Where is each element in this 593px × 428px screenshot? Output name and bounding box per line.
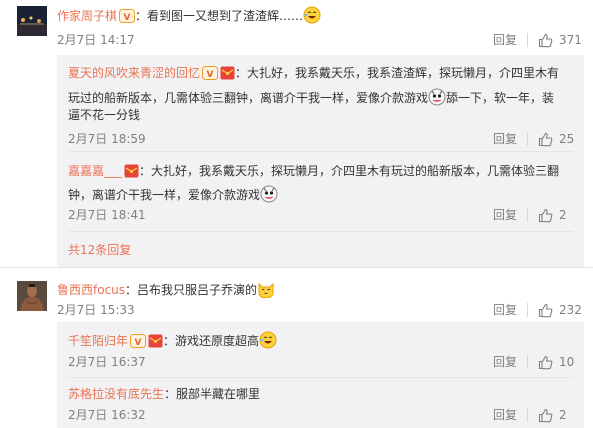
vip-badge-icon: V — [202, 66, 219, 85]
vip-badge-icon: V — [119, 9, 136, 28]
like-count: 10 — [559, 355, 575, 369]
reply-text: 千笙陌归年 V ：游戏还原度超高 — [68, 331, 277, 354]
reply-line: 舔一下，软一年，装 — [446, 91, 555, 105]
doge-emoji-icon — [260, 185, 278, 208]
reply-line: ：大扎好，我系戴天乐，探玩懒月，介四里木有玩过的船新版本，几需体验三翻 — [139, 164, 560, 178]
divider — [527, 408, 528, 422]
thumbs-up-icon — [538, 208, 553, 223]
reply-button[interactable]: 回复 — [493, 207, 517, 223]
reply-text: 苏格拉没有底先生：服部半藏在哪里 — [68, 385, 260, 403]
reply-text-line: 逼不花一分钱 — [68, 106, 140, 124]
comment-body: ：吕布我只服吕子乔演的 — [125, 283, 258, 297]
reply-label: 回复 — [493, 132, 518, 146]
laughing-emoji-icon — [259, 331, 277, 354]
like-count: 2 — [559, 408, 567, 422]
reply-label: 回复 — [493, 303, 518, 317]
reply-line: 玩过的船新版本，几需体验三翻钟，离谱介干我一样，爱像介款游戏 — [68, 91, 429, 105]
thumbs-up-icon — [538, 408, 553, 423]
svg-text:V: V — [135, 338, 142, 348]
reply-divider — [68, 231, 573, 232]
divider — [527, 33, 528, 47]
thumbs-up-icon — [538, 33, 553, 48]
reply-text-line: 玩过的船新版本，几需体验三翻钟，离谱介干我一样，爱像介款游戏 舔一下，软一年，装 — [68, 88, 554, 111]
comment-time: 2月7日 15:33 — [57, 303, 135, 317]
like-count: 371 — [559, 33, 582, 47]
reply-text: 夏天的风吹来青涩的回忆 V ：大扎好，我系戴天乐，我系渣渣辉，探玩懒月，介四里木有 — [68, 64, 559, 85]
red-envelope-badge-icon — [148, 334, 163, 353]
like-count: 25 — [559, 132, 575, 146]
like-button[interactable]: 2 — [538, 207, 567, 223]
like-button[interactable]: 25 — [538, 131, 574, 147]
reply-time: 2月7日 16:32 — [68, 408, 146, 422]
comment-time: 2月7日 14:17 — [57, 33, 135, 47]
thumbs-up-icon — [538, 132, 553, 147]
comment-text: 作家周子棋 V ：看到图一又想到了渣渣辉…… — [57, 6, 321, 29]
reply-divider — [68, 151, 573, 152]
reply-time: 2月7日 18:41 — [68, 208, 146, 222]
divider — [527, 303, 528, 317]
comment-username[interactable]: 鲁西西focus — [57, 283, 125, 297]
reply-button[interactable]: 回复 — [493, 32, 517, 48]
reply-line: 钟，离谱介干我一样，爱像介款游戏 — [68, 188, 261, 202]
more-replies-link[interactable]: 共12条回复 — [68, 242, 131, 258]
like-button[interactable]: 2 — [538, 407, 567, 423]
reply-username[interactable]: 夏天的风吹来青涩的回忆 — [68, 66, 200, 80]
comment-username[interactable]: 作家周子棋 — [57, 9, 117, 23]
reply-label: 回复 — [493, 33, 518, 47]
avatar[interactable] — [17, 6, 47, 36]
reply-line: ：大扎好，我系戴天乐，我系渣渣辉，探玩懒月，介四里木有 — [235, 66, 560, 80]
reply-button[interactable]: 回复 — [493, 131, 517, 147]
cat-emoji-icon — [257, 280, 275, 303]
thumbs-up-icon — [538, 303, 553, 318]
comment-body: ：看到图一又想到了渣渣辉…… — [135, 9, 304, 23]
reply-line: 逼不花一分钱 — [68, 108, 141, 122]
reply-username[interactable]: 千笙陌归年 — [68, 334, 128, 348]
avatar[interactable] — [17, 281, 47, 311]
divider — [527, 355, 528, 369]
like-button[interactable]: 232 — [538, 302, 582, 318]
like-count: 2 — [559, 208, 567, 222]
doge-emoji-icon — [428, 88, 446, 111]
reply-box — [57, 55, 584, 267]
reply-time: 2月7日 18:59 — [68, 132, 146, 146]
reply-button[interactable]: 回复 — [493, 302, 517, 318]
laughing-emoji-icon — [303, 6, 321, 29]
reply-time: 2月7日 16:37 — [68, 355, 146, 369]
reply-label: 回复 — [493, 208, 518, 222]
vip-badge-icon: V — [130, 334, 147, 353]
reply-label: 回复 — [493, 355, 518, 369]
red-envelope-badge-icon — [124, 164, 139, 183]
divider — [527, 132, 528, 146]
thumbs-up-icon — [538, 355, 553, 370]
red-envelope-badge-icon — [220, 66, 235, 85]
reply-username[interactable]: 嘉嘉嘉___ — [68, 164, 122, 178]
comment-text: 鲁西西focus：吕布我只服吕子乔演的 — [57, 280, 275, 303]
svg-text:V: V — [124, 13, 131, 23]
reply-line: ：服部半藏在哪里 — [164, 387, 261, 401]
reply-username[interactable]: 苏格拉没有底先生 — [68, 387, 164, 401]
reply-text-line: 钟，离谱介干我一样，爱像介款游戏 — [68, 185, 278, 208]
like-button[interactable]: 10 — [538, 354, 574, 370]
reply-line: ：游戏还原度超高 — [163, 334, 260, 348]
svg-text:V: V — [207, 70, 214, 80]
comment-divider — [0, 267, 593, 268]
like-count: 232 — [559, 303, 582, 317]
reply-label: 回复 — [493, 408, 518, 422]
like-button[interactable]: 371 — [538, 32, 582, 48]
reply-text: 嘉嘉嘉___ ：大扎好，我系戴天乐，探玩懒月，介四里木有玩过的船新版本，几需体验三… — [68, 162, 559, 183]
reply-button[interactable]: 回复 — [493, 407, 517, 423]
reply-button[interactable]: 回复 — [493, 354, 517, 370]
divider — [527, 208, 528, 222]
reply-divider — [68, 377, 573, 378]
